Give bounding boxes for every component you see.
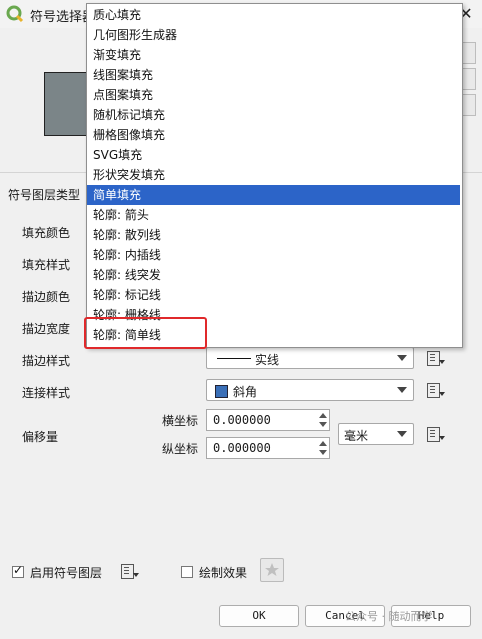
offset-y-value: 0.000000: [213, 441, 271, 455]
data-defined-override-icon[interactable]: [424, 380, 446, 400]
list-item[interactable]: 轮廓: 散列线: [87, 225, 460, 245]
unit-value: 毫米: [344, 429, 369, 443]
list-item[interactable]: 质心填充: [87, 5, 460, 25]
list-item[interactable]: 几何图形生成器: [87, 25, 460, 45]
bevel-join-icon: [215, 385, 228, 398]
offset-x-label: 横坐标: [162, 414, 199, 428]
solid-line-icon: [217, 358, 251, 359]
unit-select[interactable]: 毫米: [338, 423, 414, 445]
list-item[interactable]: 随机标记填充: [87, 105, 460, 125]
stroke-style-select[interactable]: 实线: [206, 347, 414, 369]
list-item-selected[interactable]: 简单填充: [87, 185, 460, 205]
spin-down-icon[interactable]: [319, 450, 327, 455]
join-style-value: 斜角: [233, 385, 258, 399]
lock-layer-button[interactable]: [462, 94, 476, 116]
effects-star-icon[interactable]: [260, 558, 284, 582]
add-layer-button[interactable]: [462, 42, 476, 64]
qgis-logo-icon: [6, 5, 24, 23]
list-item[interactable]: 轮廓: 箭头: [87, 205, 460, 225]
join-style-label: 连接样式: [22, 386, 71, 400]
fill-color-label: 填充颜色: [22, 226, 71, 240]
offset-label: 偏移量: [22, 430, 59, 444]
highlight-annotation-box: [84, 317, 207, 349]
spin-down-icon[interactable]: [319, 422, 327, 427]
layer-type-label: 符号图层类型: [8, 188, 81, 202]
check-mark-icon: ✓: [13, 563, 24, 577]
ok-button[interactable]: OK: [219, 605, 299, 627]
star-icon: [265, 563, 279, 576]
offset-y-input[interactable]: 0.000000: [206, 437, 330, 459]
list-item[interactable]: SVG填充: [87, 145, 460, 165]
stroke-width-label: 描边宽度: [22, 322, 71, 336]
offset-y-label: 纵坐标: [162, 442, 199, 456]
stroke-color-label: 描边颜色: [22, 290, 71, 304]
data-defined-override-icon[interactable]: [424, 424, 446, 444]
data-defined-override-icon[interactable]: [118, 561, 140, 581]
enable-layer-checkbox[interactable]: ✓: [12, 563, 24, 578]
chevron-down-icon: [397, 355, 407, 361]
layer-type-dropdown-list[interactable]: 质心填充 几何图形生成器 渐变填充 线图案填充 点图案填充 随机标记填充 栅格图…: [86, 3, 463, 348]
offset-x-value: 0.000000: [213, 413, 271, 427]
spin-up-icon[interactable]: [319, 413, 327, 418]
stroke-style-label: 描边样式: [22, 354, 71, 368]
list-item[interactable]: 形状突发填充: [87, 165, 460, 185]
chevron-down-icon: [397, 387, 407, 393]
data-defined-override-icon[interactable]: [424, 348, 446, 368]
list-item[interactable]: 点图案填充: [87, 85, 460, 105]
list-item[interactable]: 轮廓: 线突发: [87, 265, 460, 285]
join-style-select[interactable]: 斜角: [206, 379, 414, 401]
list-item[interactable]: 轮廓: 标记线: [87, 285, 460, 305]
list-item[interactable]: 渐变填充: [87, 45, 460, 65]
watermark: 公众号 · 随动而学: [345, 610, 433, 623]
draw-effects-label: 绘制效果: [199, 566, 248, 580]
offset-x-input[interactable]: 0.000000: [206, 409, 330, 431]
spin-up-icon[interactable]: [319, 441, 327, 446]
draw-effects-checkbox[interactable]: [181, 566, 193, 578]
list-item[interactable]: 线图案填充: [87, 65, 460, 85]
stroke-style-value: 实线: [255, 353, 280, 367]
list-item[interactable]: 轮廓: 内插线: [87, 245, 460, 265]
remove-layer-button[interactable]: [462, 68, 476, 90]
chevron-down-icon: [397, 431, 407, 437]
enable-layer-label: 启用符号图层: [30, 566, 103, 580]
fill-style-label: 填充样式: [22, 258, 71, 272]
list-item[interactable]: 栅格图像填充: [87, 125, 460, 145]
